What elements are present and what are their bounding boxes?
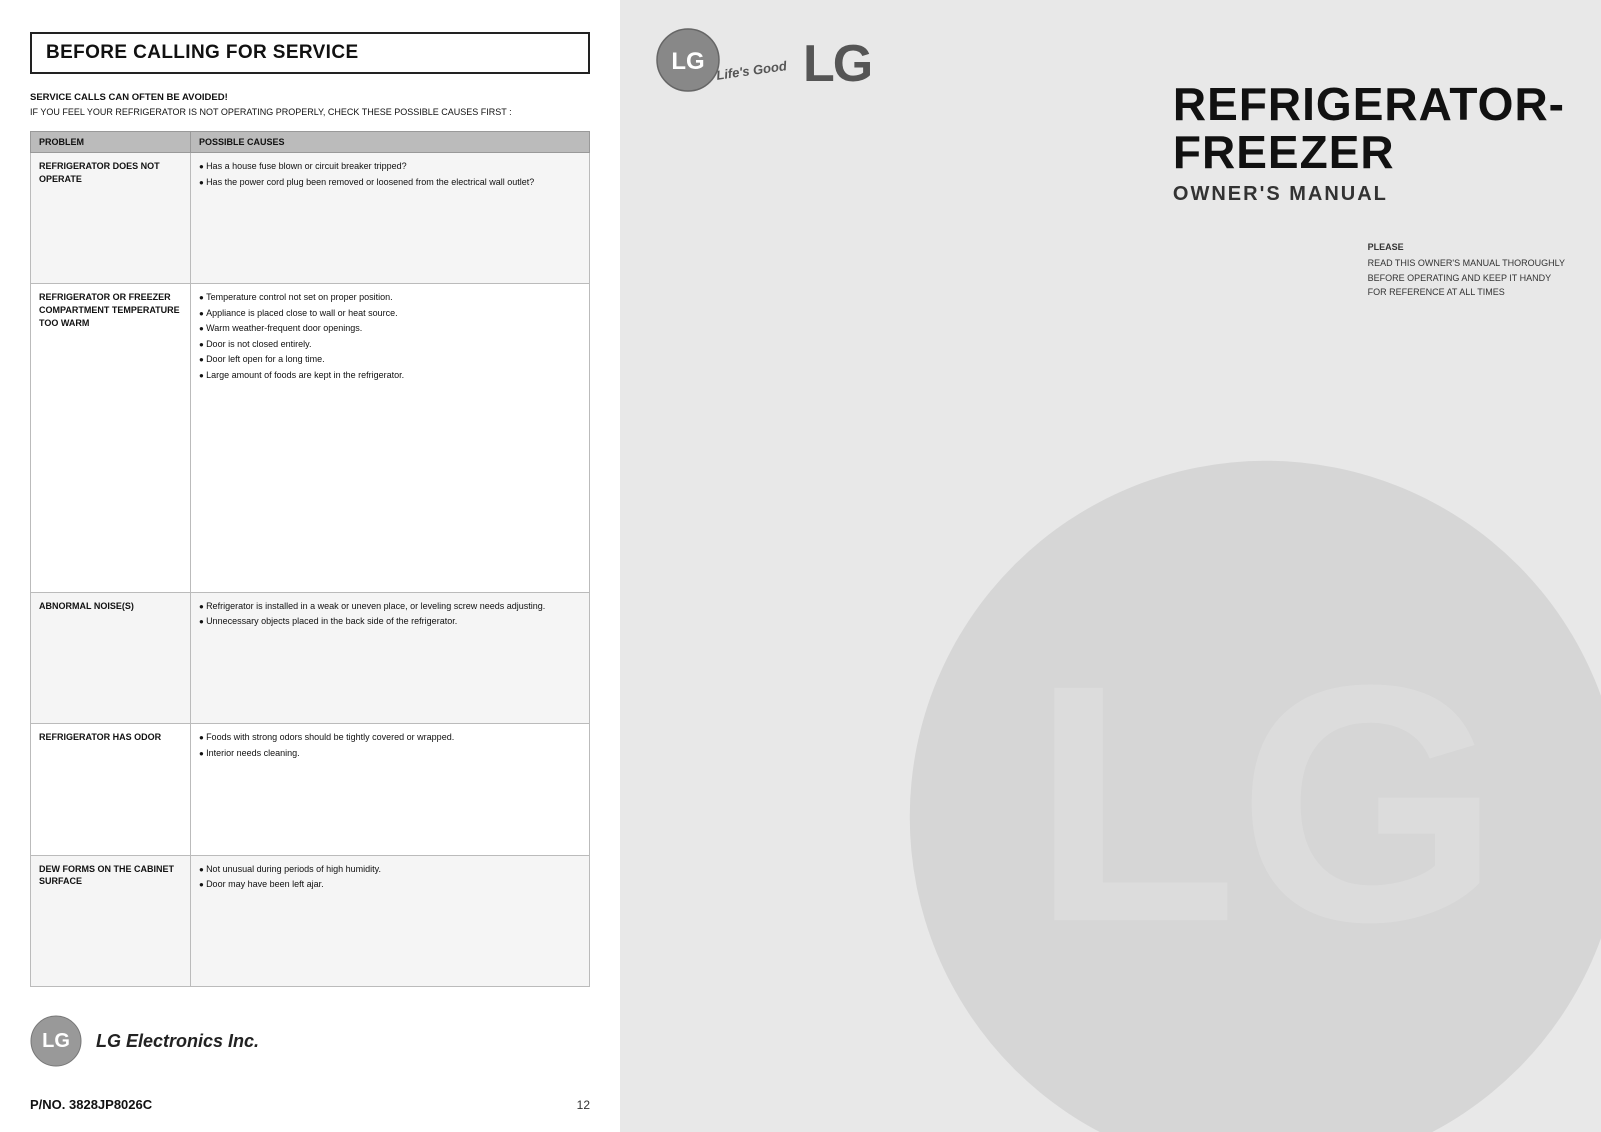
left-panel: BEFORE CALLING FOR SERVICE SERVICE CALLS…: [0, 0, 620, 1132]
lg-top-logo-icon: LG: [656, 28, 720, 92]
cause-item: Warm weather-frequent door openings.: [199, 322, 581, 336]
cause-item: Foods with strong odors should be tightl…: [199, 731, 581, 745]
svg-text:LG: LG: [671, 48, 704, 75]
manual-title-line2: FREEZER: [1173, 128, 1565, 176]
causes-cell: Foods with strong odors should be tightl…: [191, 724, 590, 855]
problem-cell: ABNORMAL NOISE(S): [31, 592, 191, 723]
lifes-good-text: Life's Good: [715, 58, 787, 83]
col-header-causes: POSSIBLE CAUSES: [191, 132, 590, 153]
cause-item: Large amount of foods are kept in the re…: [199, 369, 581, 383]
bottom-logo-area: LG LG Electronics Inc.: [30, 1015, 590, 1067]
lg-watermark-icon: LG: [891, 442, 1601, 1132]
section-title: BEFORE CALLING FOR SERVICE: [46, 42, 574, 64]
intro-bold-text: SERVICE CALLS CAN OFTEN BE AVOIDED!: [30, 92, 590, 103]
lg-electronics-logo-icon: LG: [30, 1015, 82, 1067]
table-row: REFRIGERATOR DOES NOT OPERATE Has a house…: [31, 153, 590, 284]
problem-cell: REFRIGERATOR HAS ODOR: [31, 724, 191, 855]
cause-item: Has the power cord plug been removed or …: [199, 176, 581, 190]
causes-cell: Not unusual during periods of high humid…: [191, 855, 590, 986]
please-label: PLEASE: [1368, 240, 1565, 254]
cause-item: Door may have been left ajar.: [199, 878, 581, 892]
problem-cell: DEW FORMS ON THE CABINET SURFACE: [31, 855, 191, 986]
svg-text:LG: LG: [42, 1030, 70, 1052]
table-row: DEW FORMS ON THE CABINET SURFACE Not unus…: [31, 855, 590, 986]
cause-item: Not unusual during periods of high humid…: [199, 863, 581, 877]
page-number: 12: [577, 1098, 590, 1112]
cause-item: Temperature control not set on proper po…: [199, 291, 581, 305]
col-header-problem: PROBLEM: [31, 132, 191, 153]
lg-electronics-label: LG Electronics Inc.: [96, 1031, 259, 1052]
manual-title-line1: REFRIGERATOR-: [1173, 80, 1565, 128]
manual-title-area: REFRIGERATOR- FREEZER OWNER'S MANUAL: [1173, 80, 1565, 206]
lg-logo-top: LG Life's Good LG: [656, 28, 871, 92]
table-row: ABNORMAL NOISE(S) Refrigerator is install…: [31, 592, 590, 723]
cause-item: Appliance is placed close to wall or hea…: [199, 307, 581, 321]
cause-item: Door is not closed entirely.: [199, 338, 581, 352]
table-row: REFRIGERATOR OR FREEZER COMPARTMENT TEMP…: [31, 284, 590, 592]
svg-text:LG: LG: [1032, 614, 1501, 992]
causes-cell: Has a house fuse blown or circuit breake…: [191, 153, 590, 284]
problem-cell: REFRIGERATOR DOES NOT OPERATE: [31, 153, 191, 284]
cause-item: Has a house fuse blown or circuit breake…: [199, 160, 581, 174]
cause-item: Door left open for a long time.: [199, 353, 581, 367]
cause-item: Interior needs cleaning.: [199, 747, 581, 761]
please-area: PLEASE READ THIS OWNER'S MANUAL THOROUGH…: [1368, 240, 1565, 300]
intro-sub-text: IF YOU FEEL YOUR REFRIGERATOR IS NOT OPE…: [30, 107, 590, 117]
manual-title-sub: OWNER'S MANUAL: [1173, 183, 1565, 206]
table-row: REFRIGERATOR HAS ODOR Foods with strong o…: [31, 724, 590, 855]
lg-brand-text: LG: [803, 38, 871, 90]
service-table: PROBLEM POSSIBLE CAUSES REFRIGERATOR DOE…: [30, 131, 590, 987]
part-number: P/NO. 3828JP8026C: [30, 1087, 152, 1112]
right-panel: LG LG Life's Good LG REFRIGERATOR- FREEZ…: [620, 0, 1601, 1132]
causes-cell: Refrigerator is installed in a weak or u…: [191, 592, 590, 723]
problem-cell: REFRIGERATOR OR FREEZER COMPARTMENT TEMP…: [31, 284, 191, 592]
cause-item: Unnecessary objects placed in the back s…: [199, 615, 581, 629]
please-text: READ THIS OWNER'S MANUAL THOROUGHLY BEFO…: [1368, 256, 1565, 299]
causes-cell: Temperature control not set on proper po…: [191, 284, 590, 592]
cause-item: Refrigerator is installed in a weak or u…: [199, 600, 581, 614]
section-title-box: BEFORE CALLING FOR SERVICE: [30, 32, 590, 74]
